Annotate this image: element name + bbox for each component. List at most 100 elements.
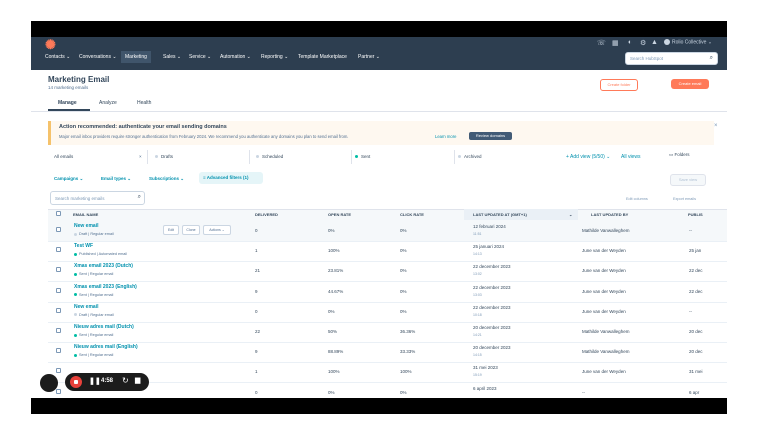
click-rate-cell: 0% bbox=[400, 248, 407, 254]
hubspot-logo-icon[interactable]: ✺ bbox=[45, 37, 56, 53]
marketplace-icon[interactable]: ▦ bbox=[612, 39, 619, 47]
view-tab-all-emails[interactable]: All emails bbox=[54, 154, 73, 159]
col-last-updated-by[interactable]: LAST UPDATED BY bbox=[591, 212, 628, 217]
nav-reporting[interactable]: Reporting ⌄ bbox=[261, 54, 288, 60]
nav-contacts[interactable]: Contacts ⌄ bbox=[45, 54, 70, 60]
notifications-icon[interactable]: ▲ bbox=[651, 39, 658, 46]
click-rate-cell: 33.33% bbox=[400, 349, 416, 355]
tab-analyze[interactable]: Analyze bbox=[99, 100, 117, 106]
view-tab-drafts-label: Drafts bbox=[161, 154, 174, 159]
view-tab-drafts[interactable]: Drafts bbox=[155, 154, 173, 159]
table-row[interactable]: Custom survey ▸00%0%6 april 2023--6 apr bbox=[48, 383, 727, 398]
learn-more-link[interactable]: Learn more bbox=[435, 134, 456, 139]
updated-date: 12 februari 2024 bbox=[473, 224, 506, 229]
tab-manage[interactable]: Manage bbox=[58, 100, 77, 106]
email-name-link[interactable]: Xmas email 2023 (English) bbox=[74, 284, 137, 290]
subscriptions-filter[interactable]: Subscriptions ⌄ bbox=[149, 176, 184, 182]
table-row[interactable]: Nieuw adres mail (English) Sent | Regular… bbox=[48, 342, 727, 364]
tab-health[interactable]: Health bbox=[137, 100, 151, 106]
row-checkbox[interactable] bbox=[56, 348, 61, 354]
email-name-link[interactable]: Nieuw adres mail (English) bbox=[74, 344, 138, 350]
row-checkbox[interactable] bbox=[56, 267, 61, 273]
col-click-rate[interactable]: CLICK RATE bbox=[400, 212, 424, 217]
settings-icon[interactable]: ⚙ bbox=[640, 39, 646, 47]
all-views-link[interactable]: All views bbox=[621, 154, 640, 160]
select-all-checkbox[interactable] bbox=[56, 211, 61, 216]
clone-button[interactable]: Clone bbox=[182, 225, 200, 235]
col-last-updated-at[interactable]: LAST UPDATED AT (GMT+1) bbox=[473, 212, 527, 217]
col-delivered[interactable]: DELIVERED bbox=[255, 212, 278, 217]
open-rate-cell: 0% bbox=[328, 389, 335, 395]
restart-icon[interactable]: ↻ bbox=[122, 376, 129, 385]
advanced-filters-button[interactable]: ≡ Advanced filters (1) bbox=[199, 172, 263, 184]
col-open-rate[interactable]: OPEN RATE bbox=[328, 212, 351, 217]
trash-icon[interactable]: ▆ bbox=[135, 376, 140, 384]
nav-sales[interactable]: Sales ⌄ bbox=[163, 54, 181, 60]
row-checkbox[interactable] bbox=[56, 368, 61, 374]
table-row[interactable]: Xmas email 2023 (Dutch) Sent | Regular em… bbox=[48, 261, 727, 283]
table-row[interactable]: New email Draft | Regular email 0 0% 0% 12 fe… bbox=[48, 221, 727, 242]
row-checkbox[interactable] bbox=[56, 227, 61, 232]
table-row[interactable]: 1 100% 100% 31 mei 2023 15:19 June van der We… bbox=[48, 362, 727, 384]
delivered-cell: 21 bbox=[255, 268, 261, 274]
create-folder-button[interactable]: Create folder bbox=[600, 79, 638, 91]
view-close-icon[interactable]: × bbox=[139, 154, 142, 159]
row-checkbox[interactable] bbox=[56, 287, 61, 293]
nav-automation[interactable]: Automation ⌄ bbox=[220, 54, 251, 60]
view-tab-sent[interactable]: Sent bbox=[355, 154, 370, 159]
sort-desc-icon[interactable]: ⌄ bbox=[569, 212, 572, 217]
pause-icon[interactable]: ❚❚ bbox=[89, 377, 101, 385]
row-checkbox[interactable] bbox=[56, 247, 61, 253]
updated-date: 22 december 2023 bbox=[473, 264, 511, 270]
row-checkbox[interactable] bbox=[56, 388, 61, 394]
edit-button[interactable]: Edit bbox=[163, 225, 179, 235]
table-row[interactable]: Xmas email 2023 (English) Sent | Regular … bbox=[48, 282, 727, 303]
updated-date: 25 januari 2024 bbox=[473, 244, 505, 250]
email-types-filter[interactable]: Email types ⌄ bbox=[101, 176, 131, 182]
row-checkbox[interactable] bbox=[56, 328, 61, 333]
open-rate-cell: 0% bbox=[328, 228, 335, 233]
email-name-link[interactable]: Xmas email 2023 (Dutch) bbox=[74, 263, 133, 269]
email-search-input[interactable]: Search marketing emails ⌕ bbox=[50, 191, 145, 205]
nav-conversations[interactable]: Conversations ⌄ bbox=[79, 54, 117, 60]
email-name-link[interactable]: New email bbox=[74, 304, 98, 310]
table-row[interactable]: Nieuw adres mail (Dutch) Sent | Regular e… bbox=[48, 322, 727, 343]
email-name-link[interactable]: Nieuw adres mail (Dutch) bbox=[74, 324, 134, 330]
click-rate-cell: 0% bbox=[400, 268, 407, 274]
col-email-name[interactable]: EMAIL NAME bbox=[73, 212, 98, 217]
camera-icon[interactable] bbox=[40, 374, 58, 392]
table-row[interactable]: New email Draft | Regular email 0 0% 0% 22 de… bbox=[48, 302, 727, 323]
actions-button[interactable]: Actions ⌄ bbox=[203, 225, 231, 235]
table-row[interactable]: Test WF Published | Automated email 1 100% 0… bbox=[48, 241, 727, 263]
save-view-button[interactable]: Save view bbox=[670, 174, 706, 186]
create-email-button[interactable]: Create email bbox=[671, 79, 709, 89]
help-icon[interactable]: ◐ bbox=[628, 39, 632, 46]
col-published[interactable]: PUBLIS bbox=[688, 212, 703, 217]
status-dot bbox=[74, 272, 77, 276]
account-menu[interactable]: Rolio Collective ⌄ bbox=[664, 39, 712, 45]
view-tab-archived[interactable]: Archived bbox=[458, 154, 482, 159]
stop-recording-button[interactable] bbox=[70, 376, 82, 388]
review-domains-button[interactable]: Review domains bbox=[469, 132, 512, 140]
global-search-input[interactable]: Search HubSpot ⌕ bbox=[625, 52, 718, 65]
campaigns-filter[interactable]: Campaigns ⌄ bbox=[54, 176, 83, 182]
email-name-link[interactable]: New email bbox=[74, 223, 98, 229]
nav-partner[interactable]: Partner ⌄ bbox=[358, 54, 380, 60]
view-divider bbox=[351, 150, 352, 164]
top-navigation: ✺ ☏ ▦ ◐ ⚙ ▲ Rolio Collective ⌄ Contacts … bbox=[31, 37, 727, 70]
search-icon: ⌕ bbox=[137, 194, 141, 200]
edit-columns-button[interactable]: Edit columns bbox=[626, 197, 648, 201]
row-checkbox[interactable] bbox=[56, 307, 61, 313]
updated-by-cell: Mathilde Vanwalleghem bbox=[582, 228, 630, 233]
close-icon[interactable]: × bbox=[714, 123, 718, 129]
view-tab-scheduled[interactable]: Scheduled bbox=[256, 154, 283, 159]
export-button[interactable]: Export emails bbox=[673, 197, 696, 201]
folders-button[interactable]: ▭ Folders bbox=[669, 152, 690, 158]
advanced-filters-label: Advanced filters (1) bbox=[206, 175, 249, 180]
add-view-button[interactable]: + Add view (5/50) ⌄ bbox=[566, 154, 610, 160]
phone-icon[interactable]: ☏ bbox=[597, 39, 606, 47]
nav-service[interactable]: Service ⌄ bbox=[189, 54, 211, 60]
nav-template-marketplace[interactable]: Template Marketplace bbox=[298, 54, 347, 60]
nav-marketing[interactable]: Marketing bbox=[121, 51, 151, 63]
email-name-link[interactable]: Test WF bbox=[74, 243, 93, 249]
